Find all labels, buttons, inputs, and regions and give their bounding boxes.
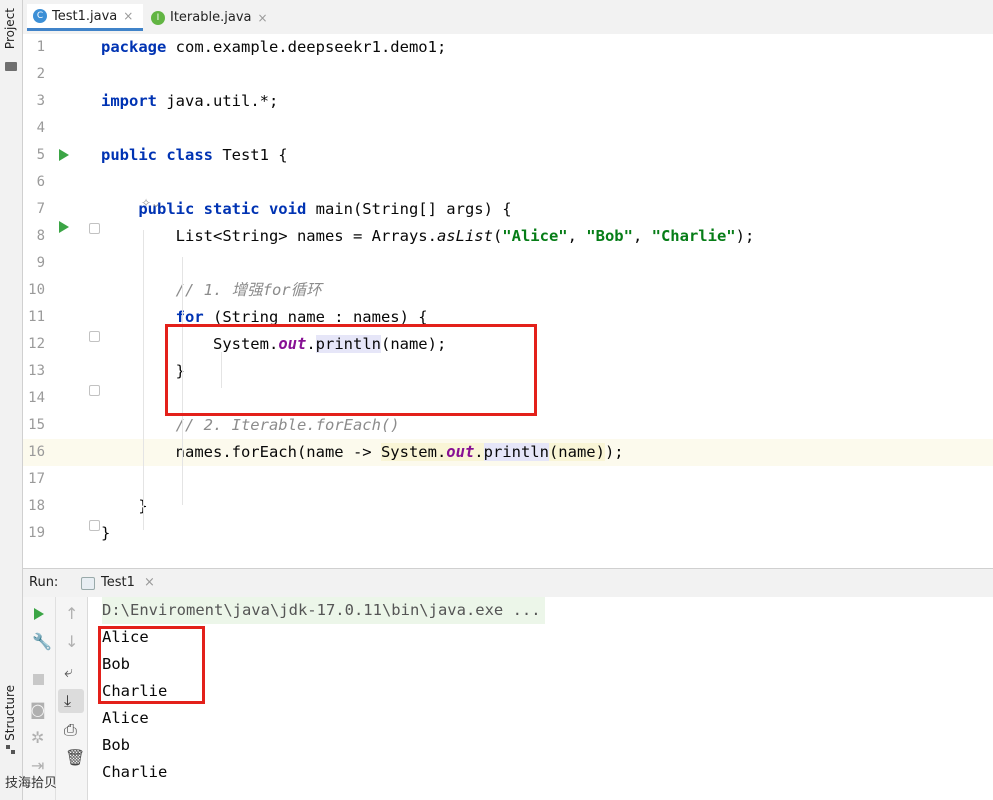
line-number: 14 [28,390,45,406]
line-number: 3 [36,93,45,109]
line-number: 12 [28,336,45,352]
code-text: public class Test1 { [101,146,288,164]
tab-label: Iterable.java [170,10,252,25]
line-number: 8 [36,228,45,244]
print-icon[interactable]: ⎙ [64,721,77,739]
code-line[interactable]: 15 // 2. Iterable.forEach() [23,412,993,439]
trash-icon[interactable]: 🗑 [65,749,85,767]
code-text: // 1. 增强for循环 [175,281,322,299]
ai-assistant-icon[interactable]: ✧⌄ [141,196,161,210]
fold-icon[interactable] [89,331,100,342]
tab-iterable-java[interactable]: I Iterable.java × [145,4,275,31]
java-class-icon: C [33,9,47,23]
console-output-line: Bob [102,736,130,754]
code-text: names.forEach(name -> System.out.println… [101,443,624,461]
arrow-down-icon[interactable]: ↓ [65,633,78,651]
structure-tool-button[interactable]: Structure [3,685,17,741]
structure-icon [6,745,16,755]
code-line[interactable]: 7 public static void main(String[] args)… [23,196,993,223]
line-number: 7 [36,201,45,217]
code-line[interactable]: 1 package com.example.deepseekr1.demo1; [23,34,993,61]
indent-guide [143,230,144,530]
line-number: 4 [36,120,45,136]
code-line[interactable]: 5 public class Test1 { [23,142,993,169]
line-number: 18 [28,498,45,514]
fold-icon[interactable] [89,385,100,396]
run-tool-window-header: Run: Test1 × [23,568,993,598]
java-interface-icon: I [151,10,165,25]
code-text: import java.util.*; [101,92,279,110]
line-number: 9 [36,255,45,271]
console-toolbar: 🔧 ◙ ✲ ⇥ ↑ ↓ ⤶ ⤓ ⎙ 🗑 [23,597,88,800]
rerun-icon[interactable] [34,608,44,620]
folder-icon [5,62,17,71]
code-line[interactable]: 9 [23,250,993,277]
code-line[interactable]: 16 names.forEach(name -> System.out.prin… [23,439,993,466]
console-command-line: D:\Enviroment\java\jdk-17.0.11\bin\java.… [102,597,545,624]
fold-icon[interactable] [89,520,100,531]
code-line[interactable]: 18 } [23,493,993,520]
code-text: package com.example.deepseekr1.demo1; [101,38,447,56]
console-output-line: Charlie [102,763,168,781]
code-line[interactable]: 17 [23,466,993,493]
console-icon [81,577,95,590]
highlight-box-for-loop [165,324,537,416]
line-number: 15 [28,417,45,433]
watermark-text: 技海拾贝 [5,776,58,791]
stop-icon[interactable] [33,674,44,685]
line-number: 16 [28,444,45,460]
code-line[interactable]: 6 [23,169,993,196]
wrench-icon[interactable]: 🔧 [32,633,52,651]
code-line[interactable]: 3 import java.util.*; [23,88,993,115]
code-text: } [101,524,111,542]
line-number: 10 [28,282,45,298]
code-line[interactable]: 4 [23,115,993,142]
line-number: 1 [36,39,45,55]
tab-label: Test1.java [52,8,118,24]
line-number: 11 [28,309,45,325]
console-output-line: Alice [102,709,149,727]
scroll-to-end-icon: ⤓ [64,691,72,710]
line-number: 5 [36,147,45,163]
code-editor[interactable]: 1 package com.example.deepseekr1.demo1; 2 3… [23,34,993,567]
code-text: List<String> names = Arrays.asList("Alic… [101,227,755,245]
close-icon[interactable]: × [123,9,133,23]
code-text: public static void main(String[] args) { [138,200,512,218]
line-number: 17 [28,471,45,487]
scroll-to-end-toggle[interactable]: ⤓ [58,689,84,713]
left-tool-strip: Project Structure [0,0,23,800]
fold-icon[interactable] [89,223,100,234]
run-console[interactable]: 🔧 ◙ ✲ ⇥ ↑ ↓ ⤶ ⤓ ⎙ 🗑 D:\Enviroment\java\j… [23,597,993,800]
run-main-icon[interactable] [59,221,69,233]
run-label: Run: [29,575,59,590]
code-line[interactable]: 2 [23,61,993,88]
code-text: // 2. Iterable.forEach() [175,416,400,434]
soft-wrap-icon[interactable]: ⤶ [64,663,73,681]
highlight-box-output [98,626,205,704]
line-number: 2 [36,66,45,82]
camera-icon[interactable]: ◙ [30,701,46,719]
debug-icon[interactable]: ✲ [31,729,44,747]
editor-tab-bar: C Test1.java × I Iterable.java × [23,0,993,35]
code-line[interactable]: 10 // 1. 增强for循环 [23,277,993,304]
line-number: 6 [36,174,45,190]
run-tab-label[interactable]: Test1 [101,575,135,590]
code-line[interactable]: 19} [23,520,993,547]
run-class-icon[interactable] [59,149,69,161]
line-number: 19 [28,525,45,541]
tab-test1-java[interactable]: C Test1.java × [27,4,143,31]
close-icon[interactable]: × [144,575,155,590]
code-line[interactable]: 8 List<String> names = Arrays.asList("Al… [23,223,993,250]
line-number: 13 [28,363,45,379]
close-icon[interactable]: × [257,11,267,25]
project-tool-button[interactable]: Project [3,8,17,49]
code-text: } [101,497,148,515]
arrow-up-icon[interactable]: ↑ [65,605,78,623]
